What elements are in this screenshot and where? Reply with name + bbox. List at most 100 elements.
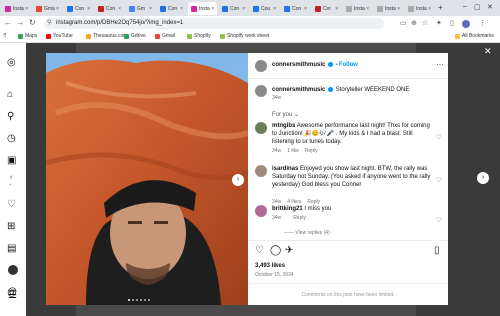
like-icon[interactable]: ♡ xyxy=(255,245,264,256)
next-post-arrow[interactable]: › xyxy=(477,172,489,184)
save-icon[interactable]: ▯ xyxy=(434,245,440,256)
comments-limited-notice: Comments on this post have been limited. xyxy=(301,292,395,298)
notifications-icon[interactable]: ♡ xyxy=(7,199,16,210)
instagram-logo-icon[interactable]: ◎ xyxy=(7,57,16,68)
close-window-icon[interactable]: ✕ xyxy=(487,3,493,11)
comment-username[interactable]: isardinas xyxy=(272,166,298,172)
view-replies-link[interactable]: —— View replies (4) xyxy=(284,230,330,236)
bookmark-item[interactable]: Shopify xyxy=(187,33,211,39)
browser-tab[interactable]: Insta × xyxy=(343,2,372,15)
tab-favicon-icon xyxy=(191,5,197,12)
tab-close-icon[interactable]: × xyxy=(273,6,276,12)
tab-close-icon[interactable]: × xyxy=(366,6,369,12)
reply-button[interactable]: Reply xyxy=(305,148,318,154)
bookmark-item[interactable]: YouTube xyxy=(46,33,73,39)
browser-tab[interactable]: Con × xyxy=(95,2,124,15)
tab-title: Insta xyxy=(199,5,210,12)
reply-button[interactable]: Reply xyxy=(293,215,306,221)
new-tab-icon[interactable]: + xyxy=(438,3,443,12)
tab-close-icon[interactable]: × xyxy=(87,6,90,12)
bookmark-item[interactable]: Gmail xyxy=(155,33,175,39)
tab-title: Insta xyxy=(416,5,427,12)
browser-tab[interactable]: Con × xyxy=(157,2,186,15)
dashboard-icon[interactable]: ▤ xyxy=(7,243,16,254)
browser-tab[interactable]: Con × xyxy=(219,2,248,15)
bookmark-item[interactable]: Gdrive xyxy=(124,33,146,39)
minimize-icon[interactable]: – xyxy=(463,3,467,10)
tab-favicon-icon xyxy=(98,5,104,12)
url-bar[interactable]: ⚲ instagram.com/p/DBHe2Oq754jo/?img_inde… xyxy=(44,18,384,29)
all-bookmarks[interactable]: All Bookmarks xyxy=(455,33,494,39)
browser-tab[interactable]: Cor × xyxy=(312,2,341,15)
browser-tab[interactable]: Insta × xyxy=(2,2,31,15)
tab-close-icon[interactable]: × xyxy=(242,6,245,12)
comment-like-icon[interactable]: ♡ xyxy=(436,217,441,224)
browser-tab[interactable]: Con × xyxy=(281,2,310,15)
reload-icon[interactable]: ↻ xyxy=(29,18,36,27)
profile-avatar[interactable] xyxy=(462,20,470,28)
tab-close-icon[interactable]: × xyxy=(149,6,152,12)
photo-next-arrow[interactable]: › xyxy=(232,174,244,186)
bookmark-item[interactable]: Maps xyxy=(18,33,37,39)
comment-like-icon[interactable]: ♡ xyxy=(436,134,441,141)
bookmark-item[interactable]: Shopify work sheet xyxy=(220,33,269,39)
commenter-avatar[interactable] xyxy=(255,205,267,217)
forward-icon[interactable]: → xyxy=(16,18,24,27)
tab-close-icon[interactable]: × xyxy=(25,6,28,12)
comment-icon[interactable]: ◯ xyxy=(270,245,281,256)
commenter-avatar[interactable] xyxy=(255,165,267,177)
commenter-avatar[interactable] xyxy=(255,122,267,134)
tab-close-icon[interactable]: × xyxy=(428,6,431,12)
create-icon[interactable]: ⊞ xyxy=(7,221,15,232)
zoom-icon[interactable]: ⊕ xyxy=(411,19,417,27)
site-info-icon[interactable]: ⚲ xyxy=(47,18,51,29)
caption-username[interactable]: connersmithmusic xyxy=(272,87,325,93)
tab-close-icon[interactable]: × xyxy=(180,6,183,12)
menu-dots-icon[interactable]: ⋮ xyxy=(479,19,486,27)
caption-avatar[interactable] xyxy=(255,85,267,97)
browser-tab[interactable]: Insta × xyxy=(405,2,434,15)
extensions-icon[interactable]: ✦ xyxy=(436,19,442,27)
tab-close-icon[interactable]: × xyxy=(56,6,59,12)
browser-tab[interactable]: Insta × xyxy=(188,2,217,15)
tab-close-icon[interactable]: × xyxy=(304,6,307,12)
tab-close-icon[interactable]: × xyxy=(335,6,338,12)
bookmark-item[interactable]: Thesaurus.com xyxy=(86,33,127,39)
comment-like-icon[interactable]: ♡ xyxy=(436,177,441,184)
back-icon[interactable]: ← xyxy=(4,18,12,27)
browser-tab[interactable]: Gm × xyxy=(126,2,155,15)
close-modal-icon[interactable]: ✕ xyxy=(484,46,492,57)
bookmark-star-icon[interactable]: ☆ xyxy=(422,19,428,27)
browser-tab[interactable]: Gmail× xyxy=(33,2,62,15)
for-you-filter[interactable]: For you ⌄ xyxy=(272,111,299,118)
sidepanel-icon[interactable]: ▯ xyxy=(450,19,454,27)
prev-post-arrow[interactable]: ‹ xyxy=(5,172,17,184)
home-icon[interactable]: ⌂ xyxy=(7,89,13,100)
tab-close-icon[interactable]: × xyxy=(211,6,214,12)
likes-count[interactable]: 3,493 likes xyxy=(255,263,285,269)
maximize-icon[interactable]: ▢ xyxy=(474,3,481,11)
hamburger-menu-icon[interactable]: ☰ xyxy=(8,290,17,301)
author-avatar[interactable] xyxy=(255,60,267,72)
share-icon[interactable]: ✈ xyxy=(285,245,293,256)
search-icon[interactable]: ⚲ xyxy=(7,111,14,122)
explore-icon[interactable]: ◷ xyxy=(7,133,16,144)
comment-likes[interactable]: 1 like xyxy=(287,148,299,154)
tab-favicon-icon xyxy=(222,5,228,12)
more-options-icon[interactable]: ··· xyxy=(436,60,444,69)
comment-username[interactable]: mtngibs xyxy=(272,123,295,129)
profile-icon[interactable] xyxy=(8,265,18,275)
comment-username[interactable]: brittking21 xyxy=(272,206,303,212)
bookmark-label: Gmail xyxy=(162,33,176,39)
apps-grid-icon[interactable]: ⠿ xyxy=(3,33,7,39)
author-username[interactable]: connersmithmusic xyxy=(272,62,325,68)
browser-tab[interactable]: Cou × xyxy=(250,2,279,15)
reels-icon[interactable]: ▣ xyxy=(7,155,16,166)
tab-close-icon[interactable]: × xyxy=(118,6,121,12)
browser-tab[interactable]: Con × xyxy=(64,2,93,15)
verified-badge-icon xyxy=(328,62,334,67)
follow-button[interactable]: Follow xyxy=(339,62,358,68)
cast-icon[interactable]: ▭ xyxy=(400,19,407,27)
browser-tab[interactable]: Insta × xyxy=(374,2,403,15)
tab-close-icon[interactable]: × xyxy=(397,6,400,12)
